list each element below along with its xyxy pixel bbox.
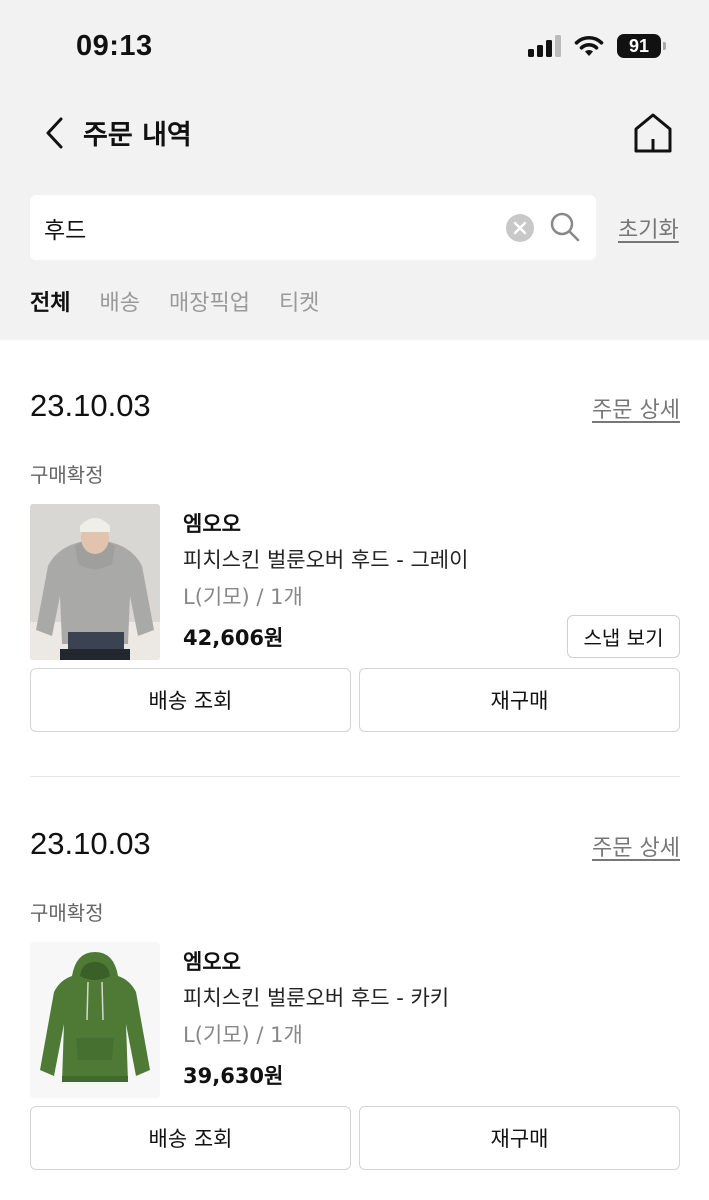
order-detail-link[interactable]: 주문 상세 <box>592 830 680 862</box>
product-price: 42,606원 <box>183 626 284 650</box>
product-thumbnail[interactable] <box>30 942 160 1098</box>
search-box <box>30 195 596 260</box>
product-thumbnail[interactable] <box>30 504 160 660</box>
home-icon <box>634 113 672 153</box>
rebuy-button[interactable]: 재구매 <box>359 1106 680 1170</box>
order-date: 23.10.03 <box>30 388 151 423</box>
status-icons: 91 <box>528 34 666 58</box>
order-detail-link[interactable]: 주문 상세 <box>592 392 680 424</box>
product-price: 39,630원 <box>183 1064 284 1088</box>
product-option: L(기모) / 1개 <box>183 585 303 609</box>
rebuy-button[interactable]: 재구매 <box>359 668 680 732</box>
search-button[interactable] <box>549 211 581 243</box>
wifi-icon <box>574 35 604 56</box>
chevron-left-icon <box>46 117 63 149</box>
tab-delivery[interactable]: 배송 <box>99 285 139 317</box>
track-shipping-button[interactable]: 배송 조회 <box>30 668 351 732</box>
clear-search-button[interactable] <box>506 214 534 242</box>
battery-icon: 91 <box>617 34 666 58</box>
order-card: 23.10.03 주문 상세 구매확정 엠오오 피치스킨 벌룬오버 후드 - 카… <box>0 778 709 1170</box>
home-button[interactable] <box>632 111 674 155</box>
back-button[interactable] <box>36 114 72 152</box>
tab-all[interactable]: 전체 <box>30 285 70 317</box>
divider <box>30 776 680 777</box>
product-name[interactable]: 피치스킨 벌룬오버 후드 - 카키 <box>183 982 449 1012</box>
snap-view-button[interactable]: 스냅 보기 <box>567 615 680 658</box>
grey-hoodie-photo <box>30 504 160 660</box>
reset-button[interactable]: 초기화 <box>618 212 679 244</box>
tab-store-pickup[interactable]: 매장픽업 <box>169 285 250 317</box>
brand-name: 엠오오 <box>183 512 241 536</box>
filter-tabs: 전체 배송 매장픽업 티켓 <box>30 285 319 317</box>
order-card: 23.10.03 주문 상세 구매확정 엠오오 피치스킨 벌룬오버 후드 - 그… <box>0 340 709 732</box>
order-date: 23.10.03 <box>30 826 151 861</box>
status-time: 09:13 <box>76 30 153 62</box>
page-title: 주문 내역 <box>83 120 192 151</box>
product-name[interactable]: 피치스킨 벌룬오버 후드 - 그레이 <box>183 544 468 574</box>
product-option: L(기모) / 1개 <box>183 1023 303 1047</box>
order-status: 구매확정 <box>30 901 104 925</box>
track-shipping-button[interactable]: 배송 조회 <box>30 1106 351 1170</box>
signal-icon <box>528 35 561 57</box>
brand-name: 엠오오 <box>183 950 241 974</box>
close-icon <box>513 221 527 235</box>
tab-ticket[interactable]: 티켓 <box>279 285 319 317</box>
search-icon <box>550 212 580 242</box>
search-input[interactable] <box>44 195 504 260</box>
order-status: 구매확정 <box>30 463 104 487</box>
khaki-hoodie-photo <box>30 942 160 1098</box>
